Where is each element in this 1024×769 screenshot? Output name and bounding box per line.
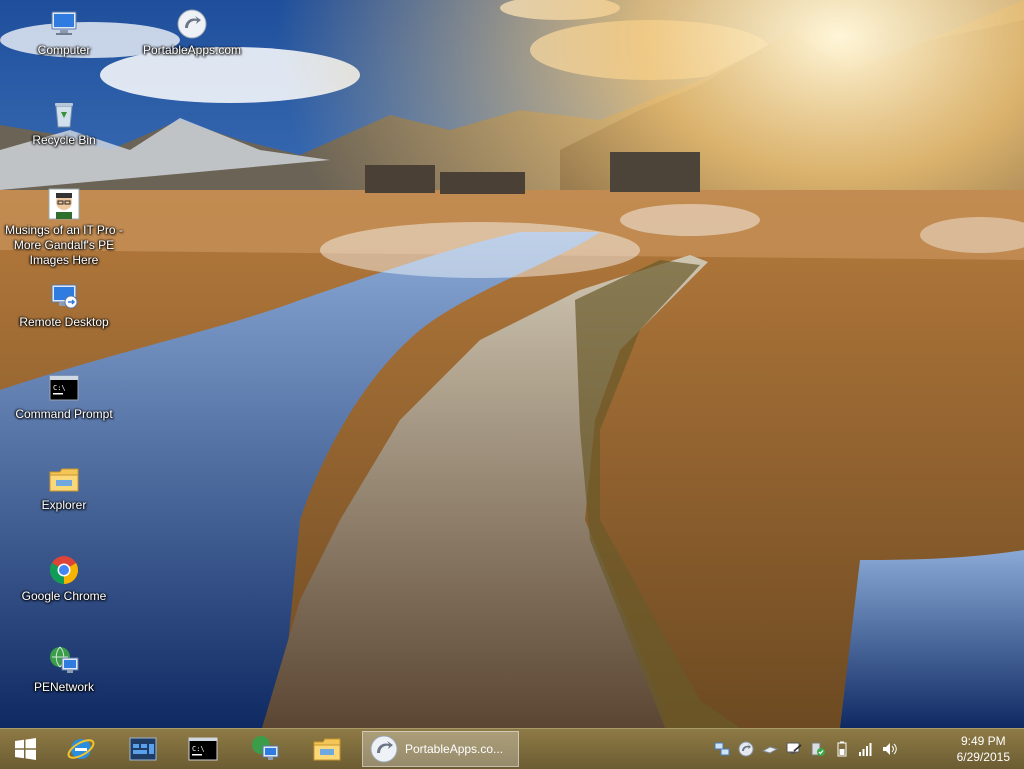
portableapps-icon — [177, 9, 207, 39]
desktop-icon-computer[interactable]: Computer — [2, 8, 126, 58]
clock-date: 6/29/2015 — [956, 750, 1010, 764]
usb-drive-icon[interactable] — [762, 741, 778, 757]
desktop-icon-portableapps[interactable]: PortableApps.com — [130, 8, 254, 58]
chrome-icon — [50, 556, 78, 584]
desktop-icon-google-chrome[interactable]: Google Chrome — [2, 554, 126, 604]
desktop-icon-command-prompt[interactable]: C:\ Command Prompt — [2, 372, 126, 422]
signal-icon[interactable] — [858, 741, 874, 757]
taskbar-task-manager[interactable] — [118, 731, 168, 767]
command-prompt-icon: C:\ — [188, 737, 218, 761]
desktop-icon-recycle-bin[interactable]: Recycle Bin — [2, 98, 126, 148]
svg-text:C:\: C:\ — [192, 745, 205, 753]
taskbar-file-explorer[interactable] — [302, 731, 352, 767]
desktop-icon-label: PENetwork — [33, 680, 95, 694]
taskbar-clock[interactable]: 9:49 PM 6/29/2015 — [957, 733, 1010, 765]
folder-icon — [49, 468, 79, 492]
remote-desktop-icon — [51, 284, 78, 309]
task-manager-icon — [129, 737, 157, 761]
taskbar-window-label: PortableApps.co... — [405, 742, 504, 756]
start-button[interactable] — [0, 731, 50, 767]
file-explorer-icon — [313, 738, 341, 761]
desktop-icon-label: Computer — [37, 43, 91, 57]
taskbar-command-prompt[interactable]: C:\ — [178, 731, 228, 767]
desktop-icon-remote-desktop[interactable]: Remote Desktop — [2, 280, 126, 330]
recycle-bin-icon — [55, 103, 73, 128]
taskbar-portableapps-window[interactable]: PortableApps.co... — [362, 731, 519, 767]
display-settings-icon[interactable] — [786, 741, 802, 757]
desktop-icon-musings-it-pro[interactable]: Musings of an IT Pro - More Gandalf's PE… — [2, 188, 126, 268]
windows-start-icon — [15, 738, 36, 760]
desktop-icon-label: Command Prompt — [15, 407, 113, 421]
desktop-icon-explorer[interactable]: Explorer — [2, 463, 126, 513]
desktop-icon-label: PortableApps.com — [142, 43, 242, 57]
desktop-icon-label: Musings of an IT Pro - More Gandalf's PE… — [5, 223, 123, 267]
taskbar-internet-explorer[interactable] — [56, 731, 106, 767]
network-connections-icon[interactable] — [714, 741, 730, 757]
svg-text:C:\: C:\ — [53, 384, 66, 392]
portableapps-icon — [370, 735, 398, 763]
desktop-icon-label: Remote Desktop — [19, 315, 109, 329]
network-icon — [50, 646, 79, 673]
desktop-icon-label: Google Chrome — [21, 589, 107, 603]
desktop-wallpaper — [0, 0, 1024, 728]
command-prompt-icon: C:\ — [49, 375, 79, 401]
desktop-icon-penetwork[interactable]: PENetwork — [2, 645, 126, 695]
computer-icon — [51, 11, 77, 35]
taskbar-penetwork[interactable] — [240, 731, 290, 767]
system-tray — [714, 737, 906, 761]
battery-icon[interactable] — [834, 741, 850, 757]
network-icon — [252, 736, 279, 760]
internet-explorer-icon — [67, 739, 95, 759]
desktop-icon-label: Recycle Bin — [32, 133, 96, 147]
volume-icon[interactable] — [882, 741, 898, 757]
portableapps-tray-icon[interactable] — [738, 741, 754, 757]
clock-time: 9:49 PM — [960, 734, 1006, 748]
security-check-icon[interactable] — [810, 741, 826, 757]
desktop-icon-label: Explorer — [41, 498, 87, 512]
avatar-shortcut-icon — [48, 188, 80, 220]
taskbar: C:\ PortableApps.co... 9:49 PM 6/29/2015 — [0, 728, 1024, 769]
